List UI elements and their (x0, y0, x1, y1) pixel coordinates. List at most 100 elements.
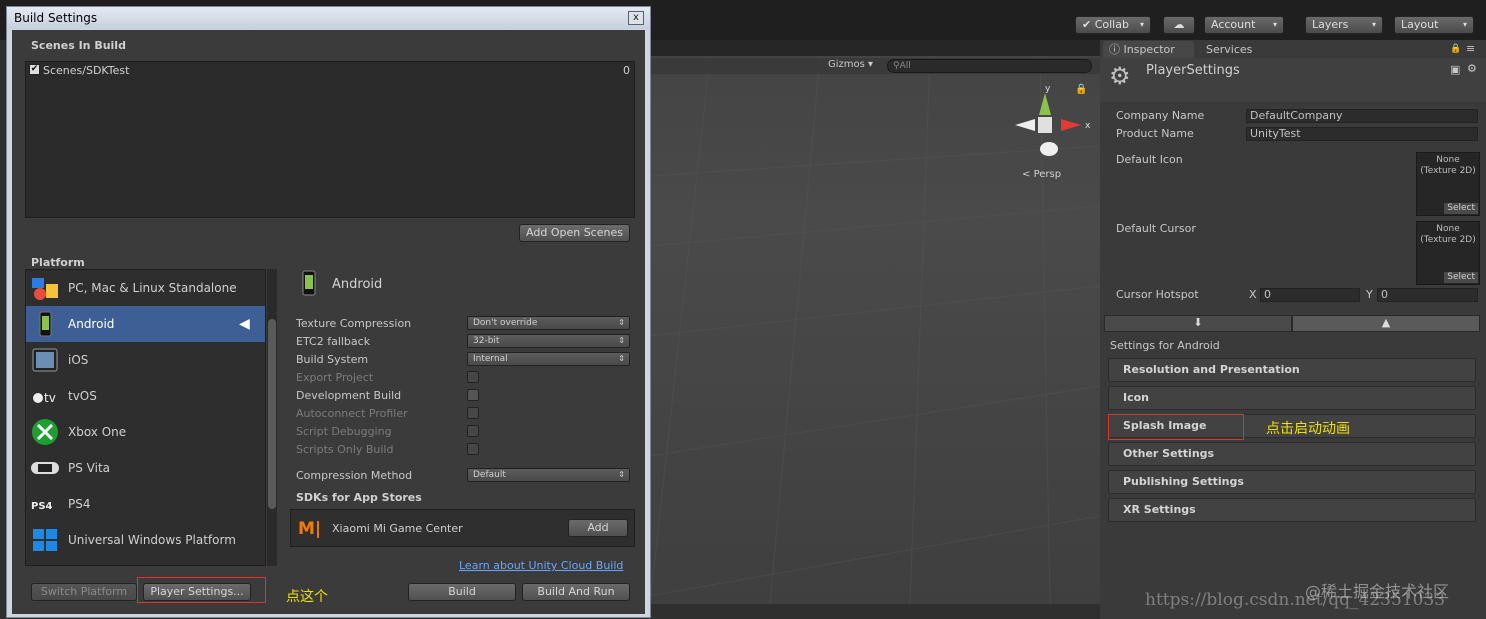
info-icon: ⓘ (1109, 43, 1120, 56)
platform-item-psvita[interactable]: PS Vita (26, 450, 265, 486)
section-other-settings[interactable]: Other Settings (1108, 442, 1476, 466)
menu-icon[interactable]: ≡ (1466, 42, 1475, 55)
mi-logo-icon: M| (298, 519, 322, 539)
scene-checkbox[interactable]: ✔ (29, 64, 40, 75)
svg-text:tv: tv (44, 391, 56, 405)
section-resolution[interactable]: Resolution and Presentation (1108, 358, 1476, 382)
platform-list-scrollbar[interactable] (267, 269, 277, 566)
unity-logo-icon: ◀ (239, 316, 250, 332)
close-button[interactable]: x (628, 11, 644, 25)
persp-label[interactable]: < Persp (1022, 169, 1061, 180)
company-name-label: Company Name (1116, 109, 1205, 122)
platform-item-ios[interactable]: iOS (26, 342, 265, 378)
export-project-label: Export Project (296, 371, 374, 384)
inspector-title: PlayerSettings (1146, 63, 1240, 78)
list-item[interactable]: ✔ Scenes/SDKTest 0 (27, 63, 633, 79)
select-button[interactable]: Select (1444, 203, 1478, 214)
gizmos-dropdown[interactable]: Gizmos ▾ (828, 59, 873, 70)
dropdown-arrow-icon: ▾ (1272, 20, 1277, 29)
cloud-build-link[interactable]: Learn about Unity Cloud Build (459, 559, 623, 572)
cloud-button[interactable]: ☁ (1163, 16, 1195, 34)
player-settings-annotation: 点这个 (286, 589, 328, 605)
build-system-label: Build System (296, 353, 369, 366)
scene-gizmo-icon[interactable]: y x (1005, 81, 1095, 181)
section-icon[interactable]: Icon (1108, 386, 1476, 410)
scripts-only-build-checkbox[interactable] (467, 443, 479, 455)
script-debugging-checkbox[interactable] (467, 425, 479, 437)
window-titlebar[interactable]: Build Settings (7, 7, 650, 29)
platform-item-tvos[interactable]: tv tvOS (26, 378, 265, 414)
scenes-list[interactable]: ✔ Scenes/SDKTest 0 (25, 61, 635, 218)
book-icon[interactable]: ▣ (1450, 63, 1460, 76)
dropdown-arrow-icon: ▾ (1462, 20, 1467, 29)
tab-standalone[interactable]: ⬇ (1104, 315, 1292, 332)
scenes-header: Scenes In Build (31, 39, 126, 52)
build-button[interactable]: Build (408, 583, 516, 601)
platform-header: Platform (31, 256, 85, 269)
texture-compression-dropdown[interactable]: Don't override ⇕ (467, 316, 630, 330)
tab-android[interactable]: ▲ (1292, 315, 1480, 332)
platform-item-uwp[interactable]: Universal Windows Platform (26, 522, 265, 558)
dropdown-arrow-icon: ▾ (1371, 20, 1376, 29)
texture-compression-label: Texture Compression (296, 317, 412, 330)
platform-item-xbox[interactable]: Xbox One (26, 414, 265, 450)
cloud-icon: ☁ (1173, 18, 1185, 31)
etc2-fallback-dropdown[interactable]: 32-bit ⇕ (467, 334, 630, 348)
window-body: Scenes In Build ✔ Scenes/SDKTest 0 Add O… (12, 30, 645, 614)
company-name-field[interactable]: DefaultCompany (1246, 109, 1478, 123)
product-name-field[interactable]: UnityTest (1246, 127, 1478, 141)
platform-item-android[interactable]: Android ◀ (26, 306, 265, 342)
updown-arrow-icon: ⇕ (618, 318, 625, 327)
export-project-checkbox[interactable] (467, 371, 479, 383)
add-open-scenes-button[interactable]: Add Open Scenes (519, 224, 630, 242)
scene-search-input[interactable]: ⚲All (887, 59, 1092, 73)
autoconnect-profiler-checkbox[interactable] (467, 407, 479, 419)
android-phone-icon (301, 270, 317, 299)
highlight-box (1108, 414, 1244, 440)
account-dropdown[interactable]: Account ▾ (1204, 16, 1284, 34)
ps4-logo-icon: PS4 (30, 490, 60, 518)
hotspot-x-field[interactable]: 0 (1260, 288, 1360, 302)
scene-view[interactable]: y x 🔒 (650, 56, 1100, 604)
hotspot-y-field[interactable]: 0 (1377, 288, 1478, 302)
android-icon: ▲ (1381, 316, 1391, 329)
product-name-label: Product Name (1116, 127, 1194, 140)
switch-platform-button[interactable]: Switch Platform (31, 583, 137, 601)
tab-services[interactable]: Services (1200, 41, 1258, 58)
lock-icon[interactable]: 🔒 (1075, 84, 1087, 95)
download-icon: ⬇ (1193, 316, 1203, 329)
section-xr[interactable]: XR Settings (1108, 498, 1476, 522)
etc2-fallback-label: ETC2 fallback (296, 335, 371, 348)
layout-dropdown[interactable]: Layout ▾ (1394, 16, 1474, 34)
cursor-hotspot-label: Cursor Hotspot (1116, 288, 1199, 301)
default-cursor-slot[interactable]: None (Texture 2D) Select (1416, 221, 1480, 285)
settings-icon[interactable]: ⚙ (1467, 62, 1477, 75)
development-build-checkbox[interactable] (467, 389, 479, 401)
gizmo-y-label: y (1045, 84, 1051, 94)
collab-button[interactable]: ✔ Collab ▾ (1075, 16, 1151, 34)
add-sdk-button[interactable]: Add (568, 519, 628, 537)
scrollbar-thumb[interactable] (268, 319, 276, 509)
platform-list[interactable]: PC, Mac & Linux Standalone Android ◀ iOS… (25, 269, 266, 566)
svg-text:PS4: PS4 (31, 501, 53, 512)
layers-dropdown[interactable]: Layers ▾ (1305, 16, 1383, 34)
default-icon-label: Default Icon (1116, 153, 1183, 166)
compression-method-dropdown[interactable]: Default ⇕ (467, 468, 630, 482)
inspector-panel: ⓘ Inspector Services 🔒 ≡ ⚙ PlayerSetting… (1100, 40, 1486, 619)
lock-icon[interactable]: 🔒 (1450, 44, 1461, 54)
tablet-icon (30, 346, 60, 374)
dropdown-arrow-icon: ▾ (1139, 20, 1144, 29)
hotspot-y-label: Y (1366, 288, 1373, 301)
build-and-run-button[interactable]: Build And Run (522, 583, 630, 601)
scene-tabbar (650, 40, 1100, 56)
default-cursor-label: Default Cursor (1116, 222, 1196, 235)
tab-inspector[interactable]: ⓘ Inspector (1103, 41, 1194, 58)
build-system-dropdown[interactable]: Internal ⇕ (467, 352, 630, 366)
platform-item-ps4[interactable]: PS4 PS4 (26, 486, 265, 522)
platform-item-standalone[interactable]: PC, Mac & Linux Standalone (26, 270, 265, 306)
select-button[interactable]: Select (1444, 272, 1478, 283)
scene-name: Scenes/SDKTest (43, 64, 130, 77)
default-icon-slot[interactable]: None (Texture 2D) Select (1416, 152, 1480, 216)
section-publishing[interactable]: Publishing Settings (1108, 470, 1476, 494)
windows-penguin-icon (30, 274, 60, 302)
